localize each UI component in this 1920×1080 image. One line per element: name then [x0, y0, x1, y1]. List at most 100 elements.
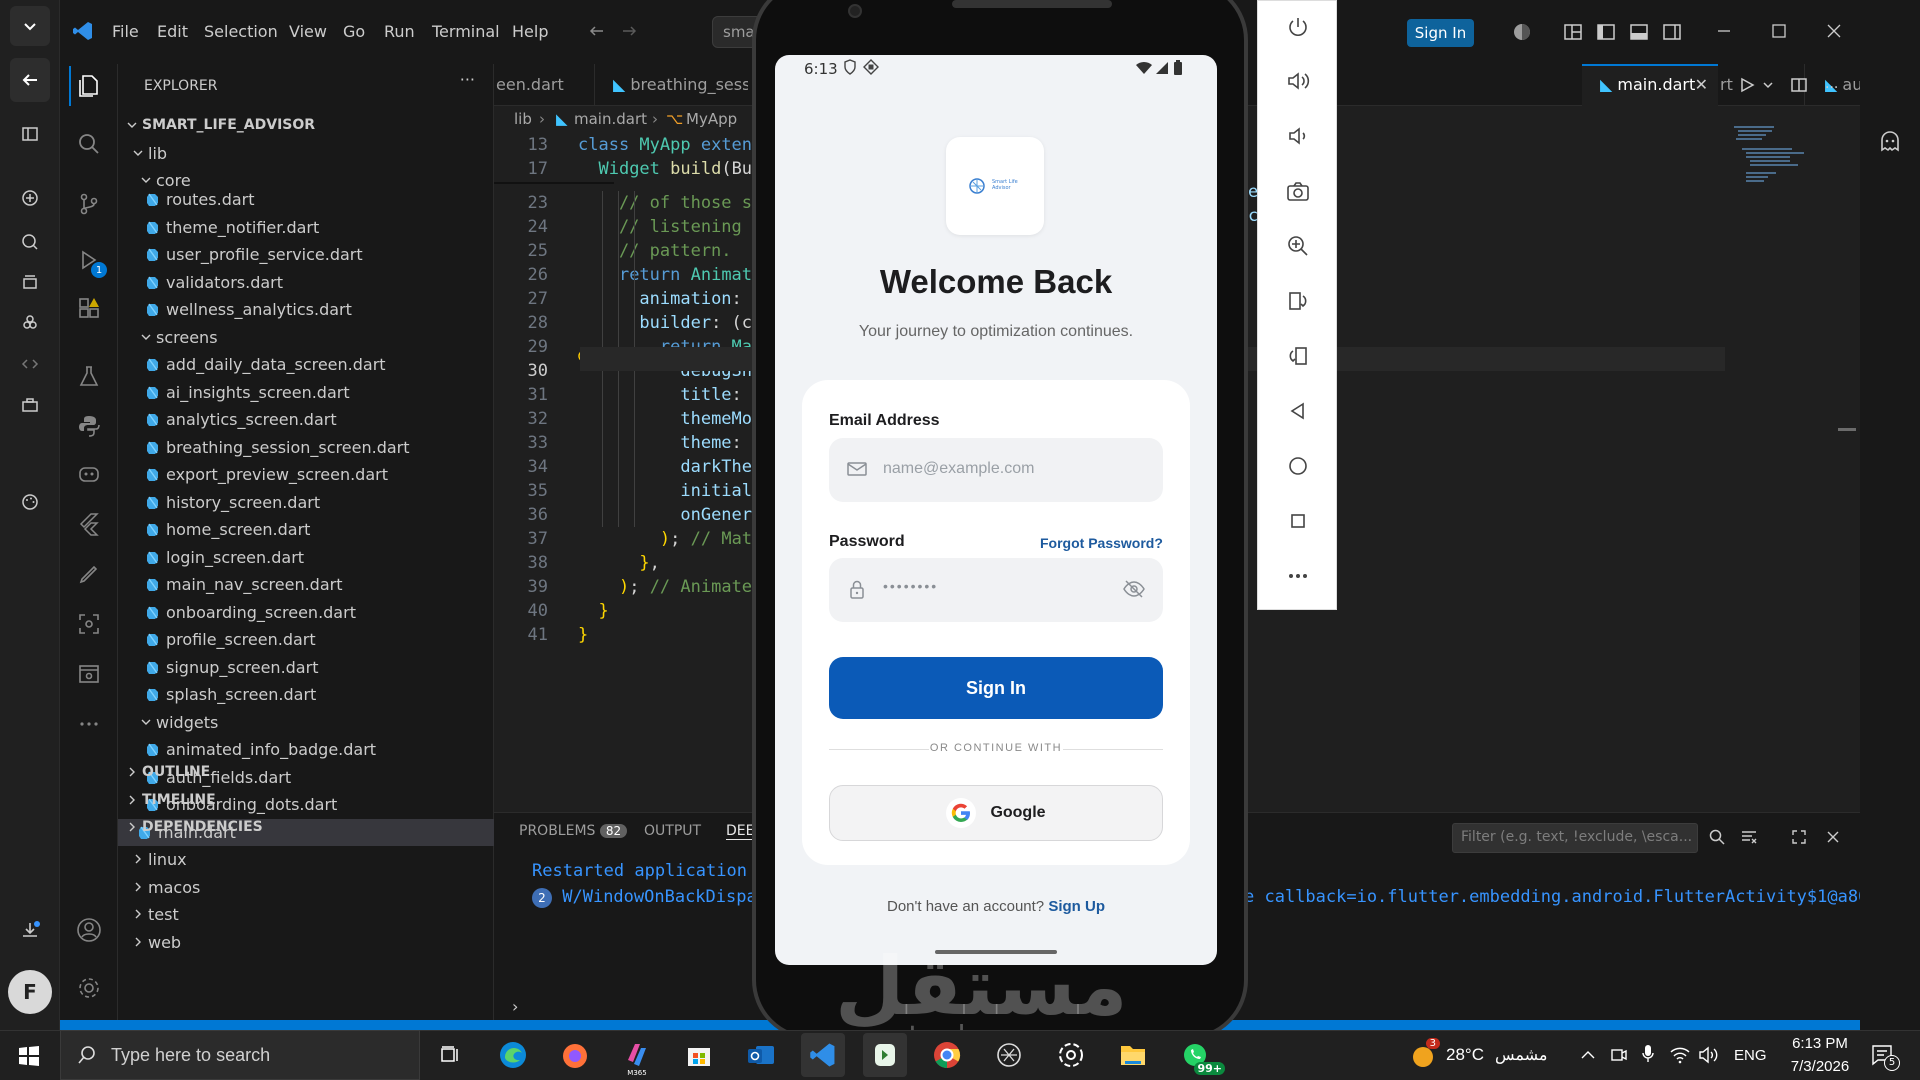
menu-go[interactable]: Go [343, 22, 365, 41]
tab-screen-dart[interactable]: een.dart [494, 64, 594, 106]
toggle-panel-icon[interactable] [1629, 22, 1649, 42]
source-control-icon[interactable] [69, 184, 109, 224]
panel-tab-output[interactable]: OUTPUT [644, 823, 701, 839]
tree-file-item[interactable]: analytics_screen.dart [118, 406, 494, 433]
taskbar-search-box[interactable]: Type here to search [60, 1030, 420, 1080]
overview-square-icon[interactable] [1278, 501, 1318, 541]
tree-file-item[interactable]: breathing_session_screen.dart [118, 434, 494, 461]
menu-selection[interactable]: Selection [204, 22, 278, 41]
testing-flask-icon[interactable] [69, 356, 109, 396]
windows-start-icon[interactable] [18, 1045, 40, 1067]
tray-wifi-icon[interactable] [1670, 1046, 1690, 1064]
copilot-icon[interactable] [1512, 22, 1532, 42]
tree-file-item[interactable]: main_nav_screen.dart [118, 571, 494, 598]
breadcrumb-main[interactable]: main.dart [574, 106, 647, 132]
back-triangle-icon[interactable] [1278, 391, 1318, 431]
outlook-icon[interactable] [739, 1033, 783, 1077]
scan-icon[interactable] [69, 604, 109, 644]
firefox-icon[interactable] [553, 1033, 597, 1077]
more-options-icon[interactable] [1278, 556, 1318, 596]
tree-folder-item[interactable]: test [118, 901, 494, 928]
chrome-icon[interactable] [925, 1033, 969, 1077]
explorer-more-icon[interactable]: ··· [460, 70, 475, 89]
vscode-sign-in-button[interactable]: Sign In [1407, 19, 1474, 47]
nav-forward-icon[interactable] [620, 22, 638, 40]
tab-breathing-session[interactable]: ◣ breathing_sessic [594, 64, 748, 106]
taskbar-time[interactable]: 6:13 PM [1784, 1035, 1856, 1052]
explorer-section-header[interactable]: DEPENDENCIES [118, 814, 494, 841]
tree-file-item[interactable]: history_screen.dart [118, 489, 494, 516]
copilot-chat-icon[interactable] [69, 454, 109, 494]
power-icon[interactable] [1278, 7, 1318, 47]
flutter-icon[interactable] [69, 504, 109, 544]
breadcrumb-lib[interactable]: lib [514, 106, 532, 132]
home-circle-icon[interactable] [1278, 446, 1318, 486]
weather-temp[interactable]: 28°C [1446, 1045, 1484, 1065]
google-sign-in-button[interactable]: Google [829, 785, 1163, 841]
tree-file-item[interactable]: theme_notifier.dart [118, 214, 494, 241]
breadcrumb-myapp[interactable]: MyApp [686, 106, 737, 132]
tree-folder-item[interactable]: web [118, 929, 494, 956]
ghost-chat-icon[interactable] [1878, 130, 1902, 154]
back-arrow-icon[interactable] [10, 58, 50, 102]
run-dropdown-icon[interactable] [1762, 76, 1774, 94]
maximize-icon[interactable] [1770, 22, 1788, 40]
python-icon[interactable] [69, 406, 109, 446]
tree-project-root[interactable]: SMART_LIFE_ADVISOR [118, 112, 494, 139]
menu-terminal[interactable]: Terminal [432, 22, 500, 41]
more-horizontal-icon[interactable] [69, 704, 109, 744]
explorer-files-icon[interactable] [69, 66, 109, 106]
tree-folder-item[interactable]: widgets [118, 709, 494, 736]
close-tab-icon[interactable]: ✕ [1695, 66, 1708, 104]
eye-off-icon[interactable] [1123, 580, 1145, 598]
email-field[interactable]: name@example.com [829, 438, 1163, 502]
tray-camera-icon[interactable] [1610, 1045, 1628, 1065]
tree-file-item[interactable]: wellness_analytics.dart [118, 296, 494, 323]
rotate-right-icon[interactable] [1278, 336, 1318, 376]
palette-icon[interactable] [10, 482, 50, 522]
nav-back-icon[interactable] [588, 22, 606, 40]
notification-center-icon[interactable]: 5 [1870, 1043, 1900, 1071]
forgot-password-link[interactable]: Forgot Password? [1040, 535, 1163, 551]
tree-file-item[interactable]: ai_insights_screen.dart [118, 379, 494, 406]
tree-folder-item[interactable]: lib [118, 140, 494, 167]
toggle-primary-sidebar-icon[interactable] [1596, 22, 1616, 42]
password-field[interactable]: •••••••• [829, 558, 1163, 622]
tree-file-item[interactable]: splash_screen.dart [118, 681, 494, 708]
menu-edit[interactable]: Edit [157, 22, 188, 41]
extensions-icon[interactable] [10, 302, 50, 342]
openai-icon[interactable] [987, 1033, 1031, 1077]
pencil-icon[interactable] [69, 554, 109, 594]
explorer-section-header[interactable]: TIMELINE [118, 787, 494, 814]
weather-sun-icon[interactable]: 3 [1410, 1038, 1440, 1070]
volume-up-icon[interactable] [1278, 61, 1318, 101]
chatgpt-icon[interactable] [1049, 1033, 1093, 1077]
microsoft-store-icon[interactable] [677, 1033, 721, 1077]
sign-in-button[interactable]: Sign In [829, 657, 1163, 719]
menu-run[interactable]: Run [384, 22, 415, 41]
tab-main-dart[interactable]: ◣ main.dart ✕ [1582, 64, 1718, 106]
new-chat-plus-icon[interactable] [10, 178, 50, 218]
whatsapp-icon[interactable]: 99+ [1173, 1033, 1225, 1077]
tree-file-item[interactable]: user_profile_service.dart [118, 241, 494, 268]
close-window-icon[interactable] [1825, 22, 1843, 40]
minimize-icon[interactable] [1715, 22, 1733, 40]
clear-console-icon[interactable] [1740, 828, 1758, 846]
tree-file-item[interactable]: export_preview_screen.dart [118, 461, 494, 488]
tree-file-item[interactable]: home_screen.dart [118, 516, 494, 543]
customize-layout-icon[interactable] [1563, 22, 1583, 42]
menu-help[interactable]: Help [512, 22, 548, 41]
sidebar-toggle-icon[interactable] [10, 114, 50, 154]
input-language[interactable]: ENG [1734, 1047, 1767, 1064]
vscode-taskbar-icon[interactable] [801, 1033, 845, 1077]
tray-volume-icon[interactable] [1698, 1046, 1718, 1064]
collapse-chevron-icon[interactable] [10, 6, 50, 46]
tree-folder-item[interactable]: macos [118, 874, 494, 901]
console-prompt-chevron-icon[interactable]: › [512, 997, 518, 1016]
tree-folder-item[interactable]: linux [118, 846, 494, 873]
explorer-section-header[interactable]: OUTLINE [118, 759, 494, 786]
maximize-panel-icon[interactable] [1790, 828, 1808, 846]
taskbar-date[interactable]: 7/3/2026 [1784, 1058, 1856, 1075]
search-icon[interactable] [69, 124, 109, 164]
menu-view[interactable]: View [289, 22, 327, 41]
